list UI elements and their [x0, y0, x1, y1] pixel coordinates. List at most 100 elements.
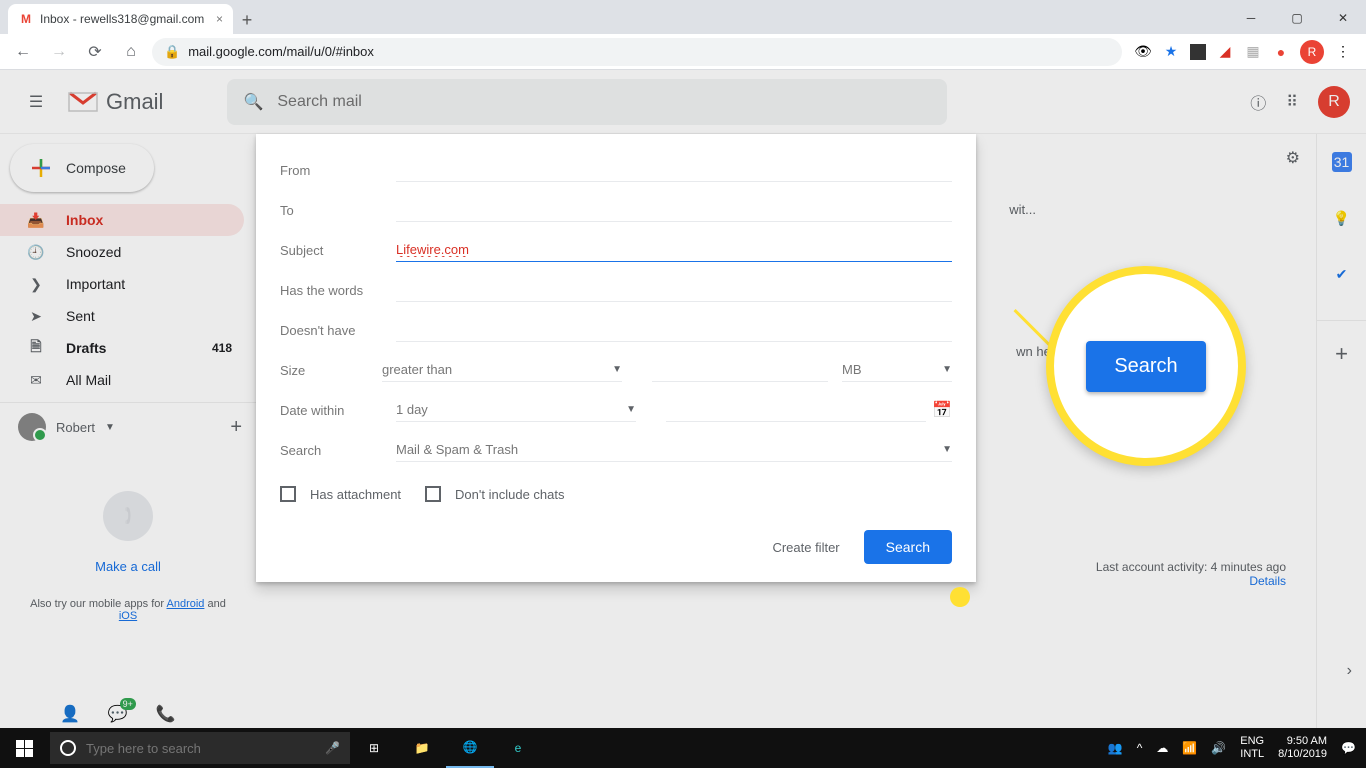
- hangouts-user-row[interactable]: Robert ▼ +: [0, 413, 256, 441]
- chevron-down-icon[interactable]: ▼: [105, 422, 115, 433]
- help-icon[interactable]: ⓘ: [1250, 90, 1266, 114]
- adv-size-op-select[interactable]: greater than▼: [382, 358, 622, 382]
- calendar-picker-icon[interactable]: 📅: [932, 400, 952, 420]
- adv-from-input[interactable]: [396, 158, 952, 182]
- cortana-search[interactable]: 🎤: [50, 732, 350, 764]
- home-icon[interactable]: ⌂: [116, 37, 146, 67]
- sidebar-item-important[interactable]: ❯ Important: [0, 268, 244, 300]
- adv-doesnthave-input[interactable]: [396, 318, 952, 342]
- url-text: mail.google.com/mail/u/0/#inbox: [188, 44, 374, 59]
- sidebar-item-allmail[interactable]: ✉ All Mail: [0, 364, 244, 396]
- ext-square-icon[interactable]: [1190, 44, 1206, 60]
- volume-icon[interactable]: 🔊: [1211, 741, 1226, 755]
- account-avatar[interactable]: R: [1318, 86, 1350, 118]
- task-view-icon[interactable]: ⊞: [350, 728, 398, 768]
- ext-dot-icon[interactable]: ●: [1272, 43, 1290, 61]
- chrome-menu-icon[interactable]: ⋮: [1334, 43, 1352, 61]
- network-icon[interactable]: 📶: [1182, 741, 1197, 755]
- android-link[interactable]: Android: [167, 598, 205, 610]
- allmail-icon: ✉: [26, 372, 46, 389]
- adv-searchin-select[interactable]: Mail & Spam & Trash▼: [396, 438, 952, 462]
- sidebar-item-snoozed[interactable]: 🕘 Snoozed: [0, 236, 244, 268]
- new-tab-button[interactable]: +: [233, 6, 261, 34]
- onedrive-icon[interactable]: ☁: [1156, 741, 1168, 755]
- details-link[interactable]: Details: [1249, 574, 1286, 588]
- apps-grid-icon[interactable]: ⠿: [1286, 92, 1298, 112]
- hamburger-icon[interactable]: ☰: [16, 82, 56, 122]
- system-tray: 👥 ^ ☁ 📶 🔊 ENGINTL 9:50 AM8/10/2019 💬: [1098, 735, 1366, 761]
- calendar-icon[interactable]: 31: [1332, 152, 1352, 172]
- sidebar: Compose 📥 Inbox 🕘 Snoozed ❯ Important ➤ …: [0, 134, 256, 728]
- clock[interactable]: 9:50 AM8/10/2019: [1278, 735, 1327, 761]
- chrome-profile-icon[interactable]: R: [1300, 40, 1324, 64]
- search-icon[interactable]: 🔍: [243, 92, 263, 112]
- keep-icon[interactable]: 💡: [1332, 208, 1352, 228]
- make-call-link[interactable]: Make a call: [95, 559, 161, 574]
- ext-grey-icon[interactable]: ▦: [1244, 43, 1262, 61]
- sidebar-label: Inbox: [66, 212, 103, 228]
- windows-taskbar: 🎤 ⊞ 📁 🌐 e 👥 ^ ☁ 📶 🔊 ENGINTL 9:50 AM8/10/…: [0, 728, 1366, 768]
- create-filter-button[interactable]: Create filter: [772, 540, 839, 555]
- tray-chevron-icon[interactable]: ^: [1137, 741, 1143, 755]
- people-icon[interactable]: 👥: [1108, 741, 1123, 755]
- compose-button[interactable]: Compose: [10, 144, 154, 192]
- reload-icon[interactable]: ⟳: [80, 37, 110, 67]
- tasks-icon[interactable]: ✔: [1332, 264, 1352, 284]
- drafts-icon: 🗎: [26, 336, 46, 360]
- phone-icon[interactable]: 📞: [156, 704, 176, 724]
- sidebar-label: Drafts: [66, 340, 106, 356]
- adv-to-label: To: [280, 203, 396, 218]
- sidebar-item-drafts[interactable]: 🗎 Drafts 418: [0, 332, 244, 364]
- language-indicator[interactable]: ENGINTL: [1240, 735, 1264, 761]
- back-icon[interactable]: ←: [8, 37, 38, 67]
- adv-datewithin-label: Date within: [280, 403, 396, 418]
- adv-date-range-select[interactable]: 1 day▼: [396, 398, 636, 422]
- hangouts-phone-icon[interactable]: 🕽: [103, 491, 153, 541]
- forward-icon[interactable]: →: [44, 37, 74, 67]
- ext-eye-icon[interactable]: 👁: [1134, 43, 1152, 61]
- adv-no-chats-check[interactable]: Don't include chats: [425, 486, 564, 502]
- gmail-favicon-icon: M: [18, 11, 34, 27]
- adv-has-attachment-check[interactable]: Has attachment: [280, 486, 401, 502]
- caret-icon: ▼: [612, 364, 622, 375]
- adv-search-button[interactable]: Search: [864, 530, 952, 564]
- ext-star-icon[interactable]: ★: [1162, 43, 1180, 61]
- ios-link[interactable]: iOS: [119, 610, 137, 622]
- adv-date-input[interactable]: [666, 398, 926, 422]
- adv-haswords-label: Has the words: [280, 283, 396, 298]
- adv-to-input[interactable]: [396, 198, 952, 222]
- ext-flag-icon[interactable]: ◢: [1216, 43, 1234, 61]
- hangouts-chat-icon[interactable]: 💬9+: [108, 704, 128, 724]
- start-button[interactable]: [0, 728, 48, 768]
- minimize-button[interactable]: ─: [1228, 2, 1274, 34]
- add-label-button[interactable]: +: [230, 416, 242, 439]
- sidebar-item-sent[interactable]: ➤ Sent: [0, 300, 244, 332]
- maximize-button[interactable]: ▢: [1274, 2, 1320, 34]
- rail-add-button[interactable]: +: [1317, 320, 1366, 367]
- adv-subject-input[interactable]: [396, 238, 952, 262]
- person-icon[interactable]: 👤: [60, 704, 80, 724]
- gmail-logo[interactable]: Gmail: [68, 89, 163, 115]
- search-input[interactable]: [277, 93, 931, 111]
- gmail-search-bar[interactable]: 🔍: [227, 79, 947, 125]
- sidebar-item-inbox[interactable]: 📥 Inbox: [0, 204, 244, 236]
- rail-collapse-icon[interactable]: ›: [1347, 662, 1352, 680]
- adv-subject-label: Subject: [280, 243, 396, 258]
- adv-size-unit-select[interactable]: MB▼: [842, 358, 952, 382]
- gear-icon[interactable]: ⚙: [1286, 150, 1300, 167]
- tab-close-icon[interactable]: ×: [216, 12, 223, 26]
- chrome-task-icon[interactable]: 🌐: [446, 728, 494, 768]
- notifications-icon[interactable]: 💬: [1341, 741, 1356, 755]
- file-explorer-icon[interactable]: 📁: [398, 728, 446, 768]
- browser-toolbar: ← → ⟳ ⌂ 🔒 mail.google.com/mail/u/0/#inbo…: [0, 34, 1366, 70]
- cortana-input[interactable]: [86, 741, 315, 756]
- address-bar[interactable]: 🔒 mail.google.com/mail/u/0/#inbox: [152, 38, 1122, 66]
- browser-tab[interactable]: M Inbox - rewells318@gmail.com ×: [8, 4, 233, 34]
- adv-size-value-input[interactable]: [652, 358, 828, 382]
- edge-task-icon[interactable]: e: [494, 728, 542, 768]
- mic-icon[interactable]: 🎤: [325, 741, 340, 755]
- adv-haswords-input[interactable]: [396, 278, 952, 302]
- close-window-button[interactable]: ✕: [1320, 2, 1366, 34]
- compose-plus-icon: [30, 157, 52, 179]
- callout-dot: [950, 587, 970, 607]
